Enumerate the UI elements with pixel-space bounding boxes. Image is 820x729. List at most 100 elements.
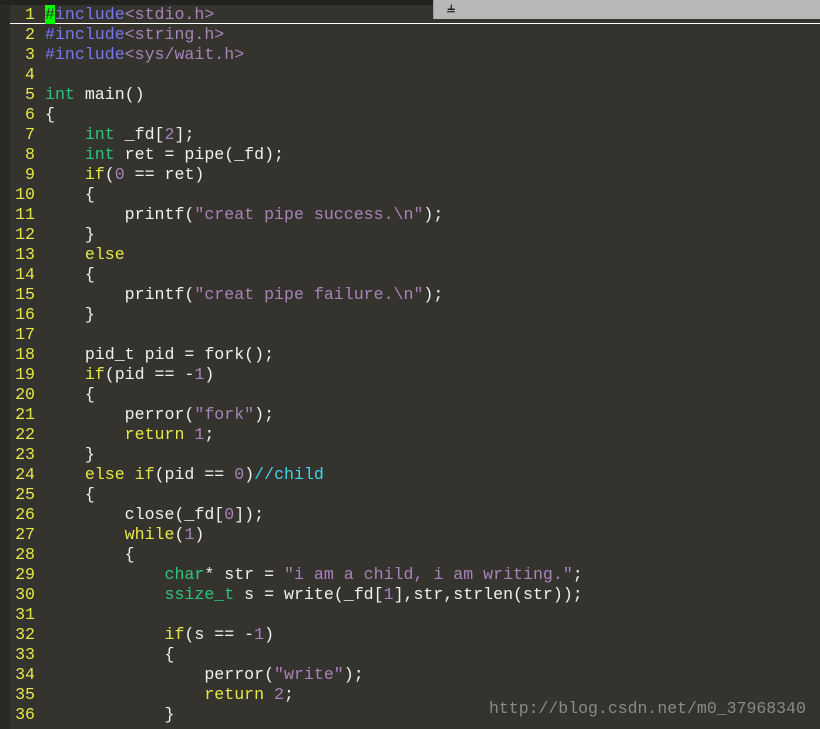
- code-token-plain: }: [45, 225, 95, 244]
- code-token-plain: {: [45, 105, 55, 124]
- code-token-plain: printf(: [45, 285, 195, 304]
- code-line[interactable]: 18 pid_t pid = fork();: [0, 345, 583, 365]
- code-line[interactable]: 33 {: [0, 645, 583, 665]
- code-line[interactable]: 3 #include<sys/wait.h>: [0, 45, 583, 65]
- code-token-pre: include: [54, 5, 125, 24]
- code-token-str: "i am a child, i am writing.": [284, 565, 573, 584]
- code-token-pre: #include: [45, 45, 125, 64]
- code-line[interactable]: 29 char* str = "i am a child, i am writi…: [0, 565, 583, 585]
- code-line[interactable]: 30 ssize_t s = write(_fd[1],str,strlen(s…: [0, 585, 583, 605]
- code-line[interactable]: 7 int _fd[2];: [0, 125, 583, 145]
- code-token-plain: {: [45, 385, 95, 404]
- code-token-plain: {: [45, 265, 95, 284]
- code-token-plain: ;: [284, 685, 294, 704]
- code-line[interactable]: 4: [0, 65, 583, 85]
- code-line[interactable]: 15 printf("creat pipe failure.\n");: [0, 285, 583, 305]
- text-cursor: #: [45, 5, 55, 24]
- code-token-type: int: [84, 145, 115, 164]
- code-line[interactable]: 32 if(s == -1): [0, 625, 583, 645]
- code-token-str: <string.h>: [124, 25, 225, 44]
- code-line[interactable]: 27 while(1): [0, 525, 583, 545]
- code-token-plain: ): [264, 625, 275, 644]
- code-token-plain: ): [244, 465, 255, 484]
- code-token-kw: return: [204, 685, 265, 704]
- code-token-plain: (pid == -: [104, 365, 195, 384]
- line-number: 31: [15, 605, 35, 624]
- code-line[interactable]: 17: [0, 325, 583, 345]
- code-token-num: 0: [234, 465, 245, 484]
- code-line[interactable]: 24 else if(pid == 0)//child: [0, 465, 583, 485]
- code-token-plain: printf(: [45, 205, 195, 224]
- line-number: 21: [15, 405, 35, 424]
- line-number: 1: [25, 5, 35, 24]
- code-line[interactable]: 34 perror("write");: [0, 665, 583, 685]
- code-line[interactable]: 20 {: [0, 385, 583, 405]
- line-number: 35: [15, 685, 35, 704]
- code-token-plain: ]);: [234, 505, 265, 524]
- code-token-plain: ): [204, 365, 215, 384]
- line-number: 20: [15, 385, 35, 404]
- code-line[interactable]: 14 {: [0, 265, 583, 285]
- code-token-str: "write": [274, 665, 344, 684]
- code-token-plain: ): [194, 525, 205, 544]
- code-line[interactable]: 16 }: [0, 305, 583, 325]
- code-token-plain: ret = pipe(_fd);: [114, 145, 285, 164]
- code-token-plain: close(_fd[: [45, 505, 225, 524]
- line-number: 9: [25, 165, 35, 184]
- line-number: 22: [15, 425, 35, 444]
- code-token-num: 1: [194, 365, 205, 384]
- code-token-kw: if: [164, 625, 185, 644]
- code-token-plain: );: [343, 665, 364, 684]
- code-token-num: 1: [254, 625, 265, 644]
- code-line[interactable]: 1 #include<stdio.h>: [0, 5, 583, 25]
- code-line[interactable]: 12 }: [0, 225, 583, 245]
- code-line[interactable]: 22 return 1;: [0, 425, 583, 445]
- code-token-plain: (: [174, 525, 185, 544]
- code-line[interactable]: 9 if(0 == ret): [0, 165, 583, 185]
- line-number: 10: [15, 185, 35, 204]
- line-number: 28: [15, 545, 35, 564]
- watermark: http://blog.csdn.net/m0_37968340: [489, 699, 806, 718]
- code-line[interactable]: 11 printf("creat pipe success.\n");: [0, 205, 583, 225]
- code-token-plain: perror(: [45, 665, 275, 684]
- code-line[interactable]: 13 else: [0, 245, 583, 265]
- code-token-plain: );: [423, 205, 444, 224]
- code-token-plain: main(): [74, 85, 145, 104]
- code-line[interactable]: 6{: [0, 105, 583, 125]
- line-number: 5: [25, 85, 35, 104]
- code-token-kw: else: [84, 245, 125, 264]
- code-line[interactable]: 31: [0, 605, 583, 625]
- line-number: 7: [25, 125, 35, 144]
- code-line[interactable]: 28 {: [0, 545, 583, 565]
- code-token-plain: ];: [174, 125, 195, 144]
- code-line[interactable]: 8 int ret = pipe(_fd);: [0, 145, 583, 165]
- code-token-type: char: [164, 565, 205, 584]
- code-line[interactable]: 21 perror("fork");: [0, 405, 583, 425]
- code-line[interactable]: 5 int main(): [0, 85, 583, 105]
- code-token-plain: {: [45, 485, 95, 504]
- code-editor[interactable]: 1 #include<stdio.h> 2 #include<string.h> 3 #i…: [0, 5, 583, 725]
- line-number: 15: [15, 285, 35, 304]
- code-line[interactable]: 25 {: [0, 485, 583, 505]
- code-line[interactable]: 10 {: [0, 185, 583, 205]
- code-token-kw: while: [124, 525, 175, 544]
- code-line[interactable]: 23 }: [0, 445, 583, 465]
- code-line[interactable]: 2 #include<string.h>: [0, 25, 583, 45]
- code-token-str: "creat pipe failure.\n": [194, 285, 424, 304]
- code-token-plain: s = write(_fd[: [234, 585, 384, 604]
- line-number: 29: [15, 565, 35, 584]
- line-number: 16: [15, 305, 35, 324]
- line-number: 3: [25, 45, 35, 64]
- code-token-kw: else if: [84, 465, 155, 484]
- line-number: 11: [15, 205, 35, 224]
- code-line[interactable]: 26 close(_fd[0]);: [0, 505, 583, 525]
- code-line[interactable]: 19 if(pid == -1): [0, 365, 583, 385]
- code-token-str: "creat pipe success.\n": [194, 205, 424, 224]
- line-number: 33: [15, 645, 35, 664]
- code-token-plain: }: [45, 705, 175, 724]
- code-token-plain: _fd[: [114, 125, 165, 144]
- line-number: 6: [25, 105, 35, 124]
